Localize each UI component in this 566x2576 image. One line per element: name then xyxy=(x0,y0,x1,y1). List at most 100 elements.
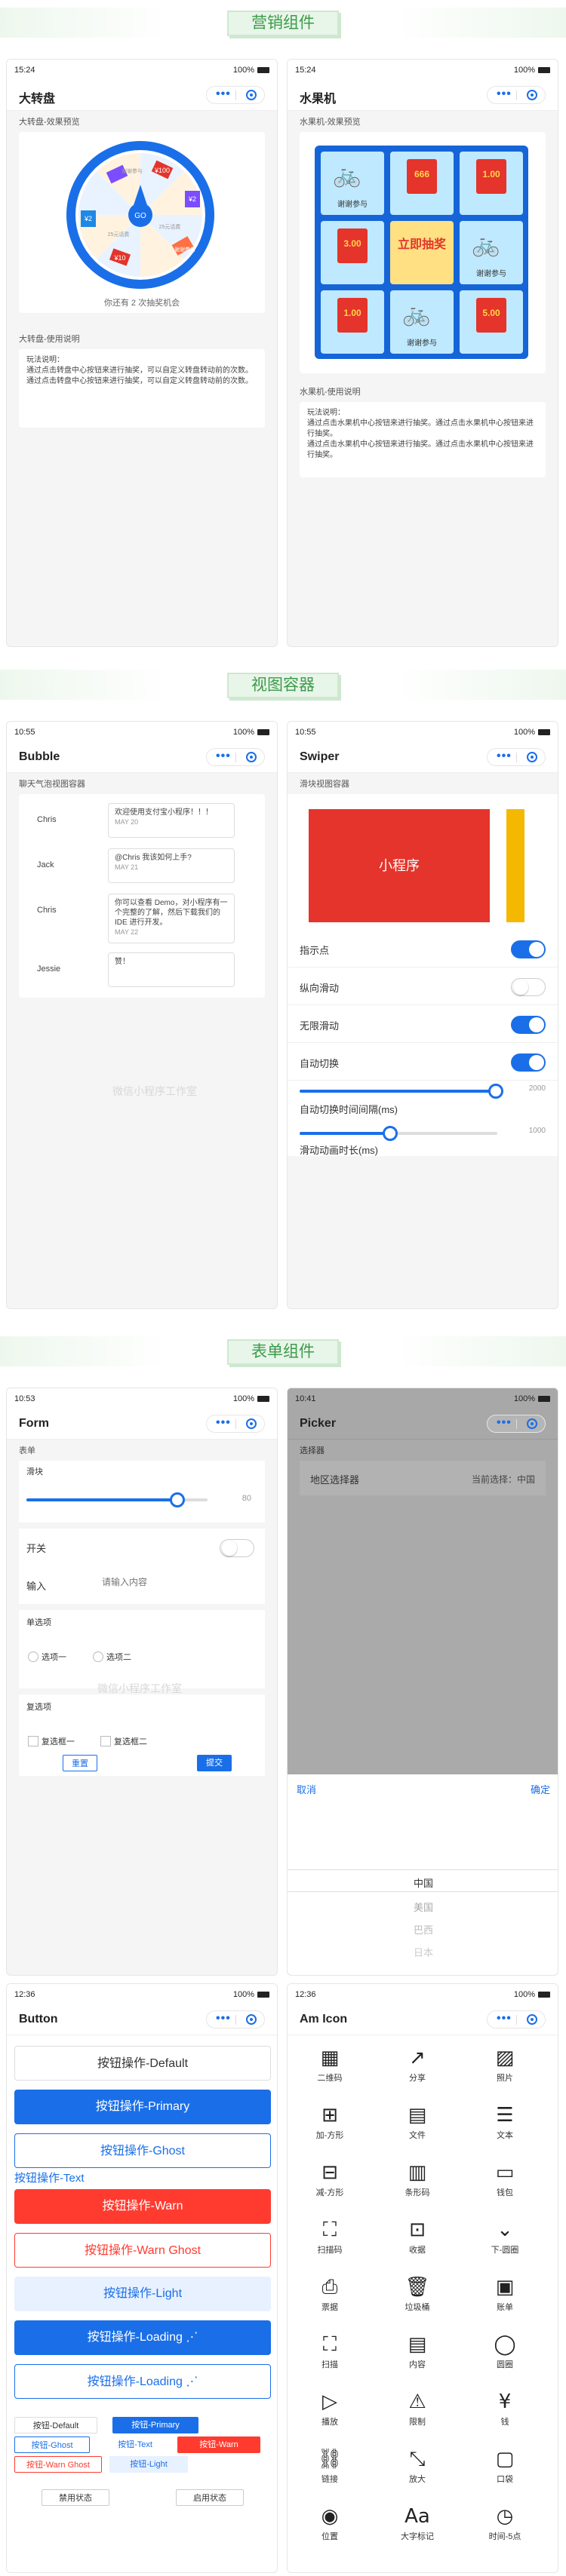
red-envelope-icon: 5.00 xyxy=(476,298,506,333)
duration-slider[interactable] xyxy=(300,1126,497,1141)
more-icon[interactable]: ••• xyxy=(216,750,231,762)
small-default-button[interactable]: 按钮-Default xyxy=(14,2417,97,2433)
icon-glyph: ⊞ xyxy=(321,2104,338,2127)
icon-glyph: ⊟ xyxy=(321,2161,338,2184)
cancel-button[interactable]: 取消 xyxy=(297,1782,316,1796)
close-icon[interactable] xyxy=(527,752,537,762)
close-icon[interactable] xyxy=(246,752,257,762)
disabled-toggle-button[interactable]: 禁用状态 xyxy=(42,2489,109,2506)
page-title: 大转盘 xyxy=(19,93,56,106)
minus-square-icon: ⊟ 减-方形 xyxy=(307,2159,352,2198)
switch-field: 开关 xyxy=(19,1529,265,1566)
close-icon[interactable] xyxy=(246,90,257,100)
section-title: 表单组件 xyxy=(227,1339,339,1365)
small-ghost-button[interactable]: 按钮-Ghost xyxy=(14,2436,90,2453)
capsule-menu[interactable]: ••• xyxy=(206,86,265,104)
phone-form: 10:53 100% Form ••• 表单 滑块 80 开关 输入 单选项 选项一… xyxy=(6,1388,278,1976)
default-button[interactable]: 按钮操作-Default xyxy=(14,2046,271,2081)
more-icon[interactable]: ••• xyxy=(497,750,512,762)
more-icon[interactable]: ••• xyxy=(216,1417,231,1429)
interval-slider[interactable] xyxy=(300,1084,503,1099)
status-bar: 15:24 100% xyxy=(7,60,277,79)
icon-label: 文本 xyxy=(497,2131,513,2140)
light-button[interactable]: 按钮操作-Light xyxy=(14,2277,271,2311)
clock-icon: ◷ 时间-5点 xyxy=(482,2503,528,2542)
capsule-menu[interactable]: ••• xyxy=(206,1415,265,1433)
small-text-button[interactable]: 按钮-Text xyxy=(105,2436,165,2453)
icon-glyph: ▤ xyxy=(408,2104,427,2127)
warn-ghost-button[interactable]: 按钮操作-Warn Ghost xyxy=(14,2233,271,2268)
close-icon[interactable] xyxy=(246,1418,257,1429)
draw-button[interactable]: 立即抽奖 xyxy=(390,221,454,284)
slot-cell: 5.00 xyxy=(460,290,523,354)
radio-option[interactable]: 选项二 xyxy=(93,1651,131,1663)
icon-glyph: ◯ xyxy=(494,2333,516,2356)
small-warn-button[interactable]: 按钮-Warn xyxy=(177,2436,260,2453)
icon-label: 限制 xyxy=(409,2418,426,2427)
checkbox-option[interactable]: 复选框二 xyxy=(100,1735,147,1747)
more-icon[interactable]: ••• xyxy=(497,1417,512,1429)
close-icon[interactable] xyxy=(527,2014,537,2025)
icon-glyph: ▷ xyxy=(322,2390,337,2413)
icon-label: 内容 xyxy=(409,2360,426,2369)
picker-row[interactable]: 地区选择器 当前选择：中国 xyxy=(300,1461,546,1495)
submit-button[interactable]: 提交 xyxy=(197,1755,232,1771)
picker-option[interactable]: 日本 xyxy=(288,1945,558,1959)
capsule-menu[interactable]: ••• xyxy=(206,748,265,766)
slot-cell: 🚲 谢谢参与 xyxy=(321,152,384,215)
radio-option[interactable]: 选项一 xyxy=(28,1651,66,1663)
reset-button[interactable]: 重置 xyxy=(63,1755,97,1771)
checkbox-option[interactable]: 复选框一 xyxy=(28,1735,75,1747)
slot-card: 🚲 谢谢参与 666 1.00 3.00 立即抽奖 🚲 谢谢参与 1.00 🚲 谢谢参… xyxy=(300,132,546,373)
setting-row: 无限滑动 xyxy=(288,1005,558,1043)
confirm-button[interactable]: 确定 xyxy=(531,1782,550,1796)
lucky-wheel[interactable]: ¥100 谢谢参与 ¥2 25元话费 ¥10 谢谢参与 ¥2 25元话费 GO xyxy=(34,138,248,293)
close-icon[interactable] xyxy=(527,90,537,100)
small-warn-ghost-button[interactable]: 按钮-Warn Ghost xyxy=(14,2456,102,2473)
capsule-menu[interactable]: ••• xyxy=(487,86,546,104)
more-icon[interactable]: ••• xyxy=(497,88,512,100)
red-envelope-icon: 666 xyxy=(407,159,437,194)
toggle-switch[interactable] xyxy=(511,1053,546,1072)
more-icon[interactable]: ••• xyxy=(216,88,231,100)
capsule-menu[interactable]: ••• xyxy=(487,1415,546,1433)
primary-button[interactable]: 按钮操作-Primary xyxy=(14,2090,271,2124)
wheel-prize: ¥2 xyxy=(84,215,92,222)
toggle-switch[interactable] xyxy=(511,940,546,958)
link-icon: ⛓ 链接 xyxy=(307,2446,352,2485)
close-icon[interactable] xyxy=(246,2014,257,2025)
ghost-button[interactable]: 按钮操作-Ghost xyxy=(14,2133,271,2168)
capsule-menu[interactable]: ••• xyxy=(487,2010,546,2029)
swiper-slide[interactable]: 小程序 xyxy=(309,809,490,922)
loading-ghost-button[interactable]: 按钮操作-Loading ⋰ xyxy=(14,2364,271,2399)
more-icon[interactable]: ••• xyxy=(216,2013,231,2025)
text-button[interactable]: 按钮操作-Text xyxy=(14,2170,85,2185)
more-icon[interactable]: ••• xyxy=(497,2013,512,2025)
icon-glyph: ⎙ xyxy=(321,2276,338,2298)
chat-name: Jack xyxy=(37,860,54,869)
icon-label: 下-圆圈 xyxy=(491,2246,519,2255)
form-slider[interactable] xyxy=(26,1492,208,1507)
warn-button[interactable]: 按钮操作-Warn xyxy=(14,2189,271,2224)
swiper[interactable]: 小程序 xyxy=(288,794,558,930)
battery: 100% xyxy=(233,1394,269,1403)
wheel-prize: 谢谢参与 xyxy=(174,246,195,253)
small-primary-button[interactable]: 按钮-Primary xyxy=(112,2417,198,2433)
warning-icon: ⚠ 限制 xyxy=(395,2388,440,2427)
enabled-toggle-button[interactable]: 启用状态 xyxy=(176,2489,244,2506)
close-icon[interactable] xyxy=(527,1418,537,1429)
toggle-switch[interactable] xyxy=(220,1539,254,1557)
picker-option[interactable]: 美国 xyxy=(288,1900,558,1914)
toggle-switch[interactable] xyxy=(511,978,546,996)
slider-value: 80 xyxy=(241,1494,251,1503)
capsule-menu[interactable]: ••• xyxy=(206,2010,265,2029)
small-light-button[interactable]: 按钮-Light xyxy=(109,2456,188,2473)
page-title: Swiper xyxy=(300,750,340,763)
picker-option[interactable]: 中国 xyxy=(288,1875,558,1890)
picker-option[interactable]: 巴西 xyxy=(288,1922,558,1937)
loading-button[interactable]: 按钮操作-Loading ⋰ xyxy=(14,2320,271,2355)
capsule-menu[interactable]: ••• xyxy=(487,748,546,766)
toggle-switch[interactable] xyxy=(511,1016,546,1034)
bike-icon: 🚲 xyxy=(333,163,361,188)
text-input[interactable] xyxy=(102,1577,238,1587)
